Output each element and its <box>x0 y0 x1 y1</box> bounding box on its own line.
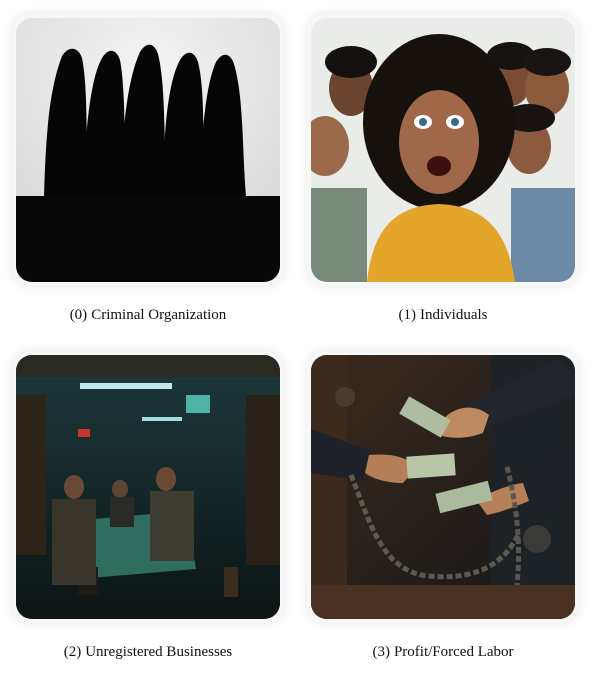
option-label: Criminal Organization <box>91 307 227 323</box>
option-caption: (1) Individuals <box>298 305 588 325</box>
profit-forced-labor-image[interactable] <box>311 355 575 619</box>
option-caption: (2) Unregistered Businesses <box>3 642 293 662</box>
option-index: (3) <box>372 644 390 660</box>
option-index: (0) <box>69 307 88 323</box>
option-index: (2) <box>63 644 82 660</box>
option-index: (1) <box>398 307 417 323</box>
criminal-organization-image[interactable] <box>16 18 280 282</box>
option-label: Unregistered Businesses <box>85 644 233 660</box>
unregistered-businesses-image[interactable] <box>16 355 280 619</box>
option-caption: (0) Criminal Organization <box>3 305 293 325</box>
option-label: Profit/Forced Labor <box>393 644 514 660</box>
individuals-image[interactable] <box>311 18 575 282</box>
option-label: Individuals <box>420 307 488 323</box>
option-caption: (3) Profit/Forced Labor <box>298 642 588 662</box>
